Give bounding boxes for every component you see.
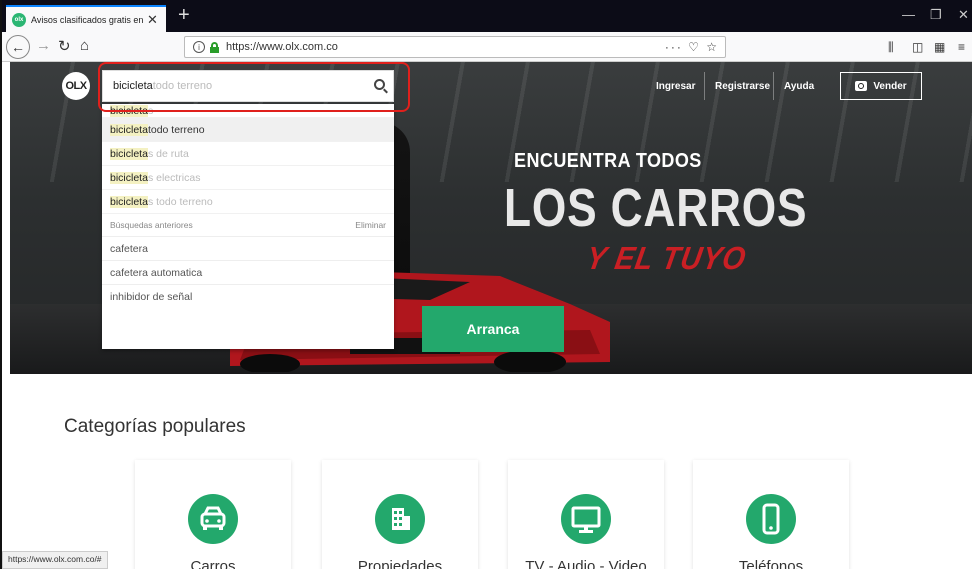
previous-searches-header: Búsquedas anteriores Eliminar <box>102 214 394 236</box>
sidebar-icon[interactable]: ◫ <box>912 40 923 54</box>
previous-search-item[interactable]: cafetera <box>102 236 394 260</box>
sell-button[interactable]: Vender <box>840 72 922 100</box>
arranca-button[interactable]: Arranca <box>422 306 564 352</box>
category-card-tv[interactable]: TV - Audio - Video <box>508 460 664 569</box>
monitor-icon <box>561 494 611 544</box>
login-link[interactable]: Ingresar <box>656 81 695 92</box>
lock-icon[interactable] <box>210 41 219 53</box>
page-content: OLX Ingresar Registrarse Ayuda Vender EN… <box>2 62 972 569</box>
close-window-icon[interactable]: ✕ <box>958 7 969 23</box>
sell-button-label: Vender <box>873 80 907 92</box>
close-tab-icon[interactable]: ✕ <box>147 12 158 28</box>
menu-icon[interactable]: ≡ <box>958 40 965 54</box>
help-link[interactable]: Ayuda <box>784 81 814 92</box>
olx-logo[interactable]: OLX <box>62 72 90 100</box>
divider <box>704 72 705 100</box>
hero-banner: OLX Ingresar Registrarse Ayuda Vender EN… <box>10 62 972 374</box>
forward-arrow-icon[interactable]: → <box>36 37 51 54</box>
previous-search-item[interactable]: cafetera automatica <box>102 260 394 284</box>
back-arrow-icon[interactable]: ← <box>6 35 30 59</box>
suggestion-item[interactable]: bicicleta s todo terreno <box>102 190 394 214</box>
new-tab-icon[interactable]: + <box>178 5 190 25</box>
previous-searches-label: Búsquedas anteriores <box>110 220 193 230</box>
tab-bar: olx Avisos clasificados gratis en Co ✕ +… <box>2 0 972 32</box>
suggestion-item[interactable]: bicicleta s de ruta <box>102 142 394 166</box>
status-bar-url: https://www.olx.com.co/# <box>2 551 108 569</box>
building-icon <box>375 494 425 544</box>
category-label: Carros <box>190 558 236 569</box>
browser-window: olx Avisos clasificados gratis en Co ✕ +… <box>0 0 972 569</box>
category-label: TV - Audio - Video <box>525 558 647 569</box>
phone-icon <box>746 494 796 544</box>
camera-icon <box>855 81 868 91</box>
category-card-telefonos[interactable]: Teléfonos <box>693 460 849 569</box>
hero-tagline-main: LOS CARROS <box>504 178 808 238</box>
info-icon[interactable]: i <box>193 41 205 53</box>
car-icon <box>188 494 238 544</box>
library-icon[interactable]: ⫼ <box>888 40 894 55</box>
navigation-bar: ← → ↻ ⌂ i https://www.olx.com.co ··· ♡ ☆… <box>2 32 972 62</box>
url-text: https://www.olx.com.co <box>226 41 338 53</box>
category-card-carros[interactable]: Carros <box>135 460 291 569</box>
olx-favicon-icon: olx <box>12 12 26 27</box>
restore-icon[interactable]: ❐ <box>930 7 942 23</box>
register-link[interactable]: Registrarse <box>715 81 770 92</box>
clear-history-link[interactable]: Eliminar <box>355 220 386 230</box>
suggestion-item[interactable]: bicicleta todo terreno <box>102 118 394 142</box>
hero-tagline-top: ENCUENTRA TODOS <box>514 150 702 172</box>
address-bar[interactable]: i https://www.olx.com.co ··· ♡ ☆ <box>184 36 726 58</box>
home-icon[interactable]: ⌂ <box>80 37 89 54</box>
page-actions-icon[interactable]: ··· ♡ ☆ <box>665 40 719 54</box>
minimize-icon[interactable]: — <box>902 7 915 22</box>
previous-search-item[interactable]: inhibidor de señal <box>102 284 394 308</box>
category-label: Propiedades <box>357 558 443 569</box>
hero-tagline-accent: Y EL TUYO <box>583 240 750 276</box>
suggestion-item[interactable]: bicicleta s electricas <box>102 166 394 190</box>
search-suggestions-dropdown: bicicleta s bicicleta todo terreno bicicl… <box>102 104 394 349</box>
search-highlight-annotation <box>98 62 410 112</box>
tab-title: Avisos clasificados gratis en Co <box>31 14 143 25</box>
categories-title: Categorías populares <box>64 416 246 437</box>
category-card-propiedades[interactable]: Propiedades <box>322 460 478 569</box>
category-label: Teléfonos <box>738 558 804 569</box>
screenshot-icon[interactable]: ▦ <box>934 40 945 54</box>
browser-tab[interactable]: olx Avisos clasificados gratis en Co ✕ <box>6 5 166 32</box>
divider <box>773 72 774 100</box>
reload-icon[interactable]: ↻ <box>58 37 71 55</box>
